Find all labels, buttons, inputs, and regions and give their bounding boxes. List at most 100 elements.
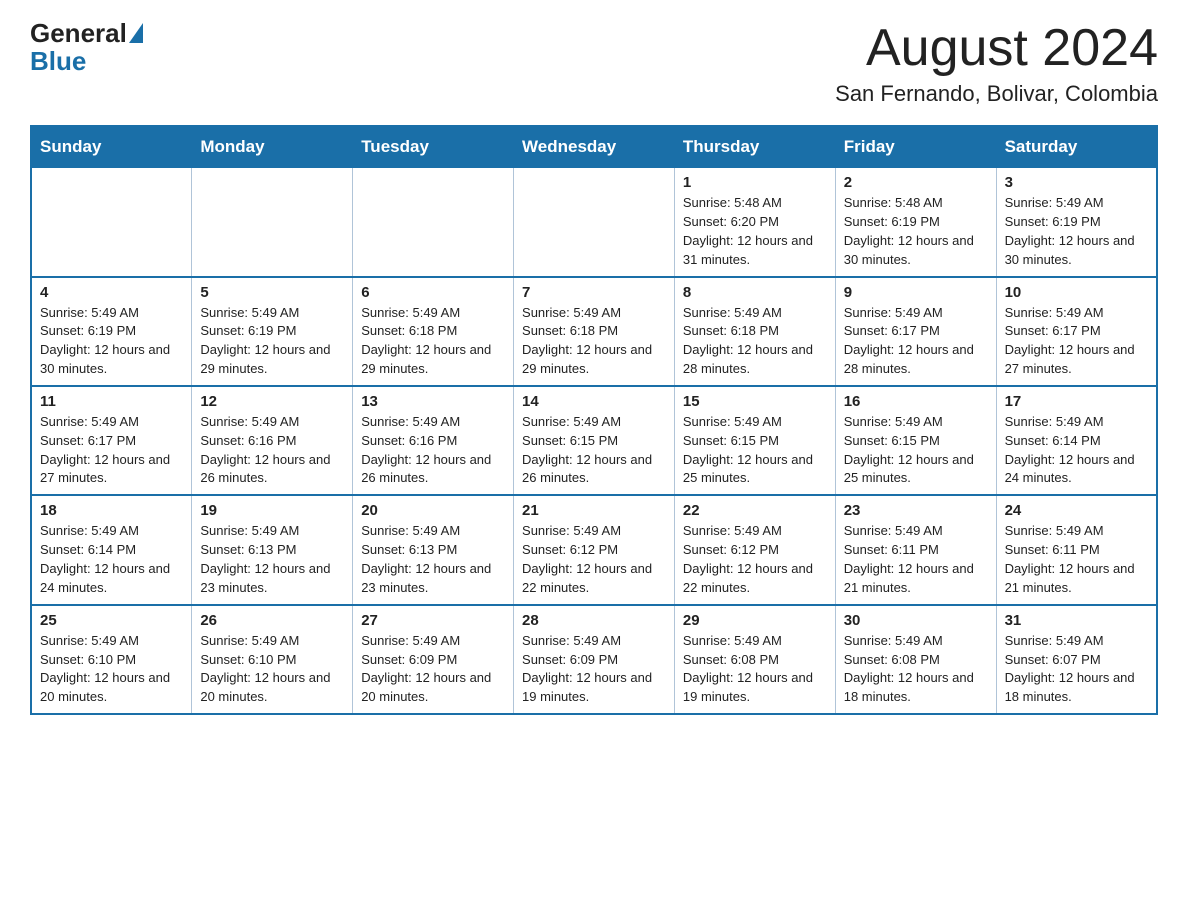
day-info: Sunrise: 5:49 AMSunset: 6:13 PMDaylight:… [361, 522, 505, 597]
calendar-cell: 31Sunrise: 5:49 AMSunset: 6:07 PMDayligh… [996, 605, 1157, 714]
calendar-cell: 2 Sunrise: 5:48 AMSunset: 6:19 PMDaylight… [835, 168, 996, 277]
calendar-cell: 30Sunrise: 5:49 AMSunset: 6:08 PMDayligh… [835, 605, 996, 714]
day-number: 22 [683, 502, 827, 519]
calendar-week-row: 18 Sunrise: 5:49 AMSunset: 6:14 PMDayligh… [31, 495, 1157, 604]
day-info: Sunrise: 5:48 AMSunset: 6:19 PMDaylight:… [844, 194, 988, 269]
col-header-tuesday: Tuesday [353, 126, 514, 168]
calendar-cell: 1 Sunrise: 5:48 AMSunset: 6:20 PMDaylight… [674, 168, 835, 277]
col-header-wednesday: Wednesday [514, 126, 675, 168]
day-info: Sunrise: 5:49 AMSunset: 6:12 PMDaylight:… [522, 522, 666, 597]
day-number: 10 [1005, 284, 1148, 301]
calendar-cell: 24Sunrise: 5:49 AMSunset: 6:11 PMDayligh… [996, 495, 1157, 604]
day-number: 8 [683, 284, 827, 301]
day-info: Sunrise: 5:49 AMSunset: 6:15 PMDaylight:… [844, 413, 988, 488]
day-info: Sunrise: 5:49 AMSunset: 6:17 PMDaylight:… [844, 304, 988, 379]
day-number: 28 [522, 612, 666, 629]
calendar-cell: 27 Sunrise: 5:49 AMSunset: 6:09 PMDayligh… [353, 605, 514, 714]
calendar-cell: 28 Sunrise: 5:49 AMSunset: 6:09 PMDayligh… [514, 605, 675, 714]
day-info: Sunrise: 5:49 AMSunset: 6:13 PMDaylight:… [200, 522, 344, 597]
day-number: 2 [844, 174, 988, 191]
day-number: 20 [361, 502, 505, 519]
calendar-cell: 19Sunrise: 5:49 AMSunset: 6:13 PMDayligh… [192, 495, 353, 604]
calendar-cell: 9 Sunrise: 5:49 AMSunset: 6:17 PMDaylight… [835, 277, 996, 386]
calendar-cell: 15 Sunrise: 5:49 AMSunset: 6:15 PMDayligh… [674, 386, 835, 495]
day-number: 6 [361, 284, 505, 301]
day-info: Sunrise: 5:49 AMSunset: 6:17 PMDaylight:… [40, 413, 183, 488]
day-info: Sunrise: 5:49 AMSunset: 6:07 PMDaylight:… [1005, 632, 1148, 707]
day-number: 30 [844, 612, 988, 629]
day-number: 5 [200, 284, 344, 301]
day-number: 23 [844, 502, 988, 519]
day-number: 7 [522, 284, 666, 301]
day-info: Sunrise: 5:49 AMSunset: 6:16 PMDaylight:… [361, 413, 505, 488]
day-info: Sunrise: 5:49 AMSunset: 6:12 PMDaylight:… [683, 522, 827, 597]
month-title: August 2024 [835, 20, 1158, 77]
calendar-cell: 10Sunrise: 5:49 AMSunset: 6:17 PMDayligh… [996, 277, 1157, 386]
calendar-cell: 13 Sunrise: 5:49 AMSunset: 6:16 PMDayligh… [353, 386, 514, 495]
calendar-cell: 25 Sunrise: 5:49 AMSunset: 6:10 PMDayligh… [31, 605, 192, 714]
day-number: 27 [361, 612, 505, 629]
day-number: 26 [200, 612, 344, 629]
day-number: 4 [40, 284, 183, 301]
day-number: 17 [1005, 393, 1148, 410]
day-number: 13 [361, 393, 505, 410]
day-number: 18 [40, 502, 183, 519]
day-info: Sunrise: 5:49 AMSunset: 6:15 PMDaylight:… [683, 413, 827, 488]
day-info: Sunrise: 5:49 AMSunset: 6:10 PMDaylight:… [200, 632, 344, 707]
col-header-sunday: Sunday [31, 126, 192, 168]
day-info: Sunrise: 5:49 AMSunset: 6:08 PMDaylight:… [683, 632, 827, 707]
calendar-week-row: 25 Sunrise: 5:49 AMSunset: 6:10 PMDayligh… [31, 605, 1157, 714]
calendar-header-row: SundayMondayTuesdayWednesdayThursdayFrid… [31, 126, 1157, 168]
day-info: Sunrise: 5:49 AMSunset: 6:18 PMDaylight:… [683, 304, 827, 379]
day-info: Sunrise: 5:49 AMSunset: 6:14 PMDaylight:… [40, 522, 183, 597]
day-info: Sunrise: 5:49 AMSunset: 6:15 PMDaylight:… [522, 413, 666, 488]
calendar-week-row: 1 Sunrise: 5:48 AMSunset: 6:20 PMDaylight… [31, 168, 1157, 277]
calendar-cell: 17 Sunrise: 5:49 AMSunset: 6:14 PMDayligh… [996, 386, 1157, 495]
calendar-cell: 21Sunrise: 5:49 AMSunset: 6:12 PMDayligh… [514, 495, 675, 604]
calendar-cell: 6 Sunrise: 5:49 AMSunset: 6:18 PMDaylight… [353, 277, 514, 386]
day-number: 16 [844, 393, 988, 410]
calendar-cell: 7 Sunrise: 5:49 AMSunset: 6:18 PMDaylight… [514, 277, 675, 386]
day-info: Sunrise: 5:49 AMSunset: 6:18 PMDaylight:… [522, 304, 666, 379]
calendar-cell [514, 168, 675, 277]
logo: General Blue [30, 20, 145, 77]
day-info: Sunrise: 5:49 AMSunset: 6:16 PMDaylight:… [200, 413, 344, 488]
col-header-friday: Friday [835, 126, 996, 168]
day-number: 14 [522, 393, 666, 410]
day-number: 25 [40, 612, 183, 629]
day-number: 9 [844, 284, 988, 301]
calendar-week-row: 11 Sunrise: 5:49 AMSunset: 6:17 PMDayligh… [31, 386, 1157, 495]
day-number: 24 [1005, 502, 1148, 519]
day-info: Sunrise: 5:49 AMSunset: 6:10 PMDaylight:… [40, 632, 183, 707]
calendar-cell: 5 Sunrise: 5:49 AMSunset: 6:19 PMDaylight… [192, 277, 353, 386]
calendar-cell: 29 Sunrise: 5:49 AMSunset: 6:08 PMDayligh… [674, 605, 835, 714]
day-info: Sunrise: 5:49 AMSunset: 6:19 PMDaylight:… [1005, 194, 1148, 269]
day-info: Sunrise: 5:49 AMSunset: 6:09 PMDaylight:… [522, 632, 666, 707]
day-number: 29 [683, 612, 827, 629]
calendar-cell: 22 Sunrise: 5:49 AMSunset: 6:12 PMDayligh… [674, 495, 835, 604]
day-info: Sunrise: 5:49 AMSunset: 6:19 PMDaylight:… [200, 304, 344, 379]
day-info: Sunrise: 5:48 AMSunset: 6:20 PMDaylight:… [683, 194, 827, 269]
calendar-cell: 20 Sunrise: 5:49 AMSunset: 6:13 PMDayligh… [353, 495, 514, 604]
day-number: 15 [683, 393, 827, 410]
calendar-cell: 4Sunrise: 5:49 AMSunset: 6:19 PMDaylight… [31, 277, 192, 386]
day-number: 1 [683, 174, 827, 191]
calendar-cell [31, 168, 192, 277]
title-section: August 2024 San Fernando, Bolivar, Colom… [835, 20, 1158, 107]
day-info: Sunrise: 5:49 AMSunset: 6:18 PMDaylight:… [361, 304, 505, 379]
calendar-week-row: 4 Sunrise: 5:49 AMSunset: 6:19 PMDaylight… [31, 277, 1157, 386]
calendar-cell: 26 Sunrise: 5:49 AMSunset: 6:10 PMDayligh… [192, 605, 353, 714]
day-number: 11 [40, 393, 183, 410]
day-number: 3 [1005, 174, 1148, 191]
logo-triangle-icon [129, 23, 143, 43]
day-info: Sunrise: 5:49 AMSunset: 6:09 PMDaylight:… [361, 632, 505, 707]
calendar-cell [192, 168, 353, 277]
calendar-cell: 23Sunrise: 5:49 AMSunset: 6:11 PMDayligh… [835, 495, 996, 604]
col-header-monday: Monday [192, 126, 353, 168]
logo-general-text: General [30, 20, 127, 46]
calendar-table: SundayMondayTuesdayWednesdayThursdayFrid… [30, 125, 1158, 715]
calendar-cell [353, 168, 514, 277]
day-info: Sunrise: 5:49 AMSunset: 6:14 PMDaylight:… [1005, 413, 1148, 488]
calendar-cell: 16 Sunrise: 5:49 AMSunset: 6:15 PMDayligh… [835, 386, 996, 495]
calendar-cell: 14 Sunrise: 5:49 AMSunset: 6:15 PMDayligh… [514, 386, 675, 495]
